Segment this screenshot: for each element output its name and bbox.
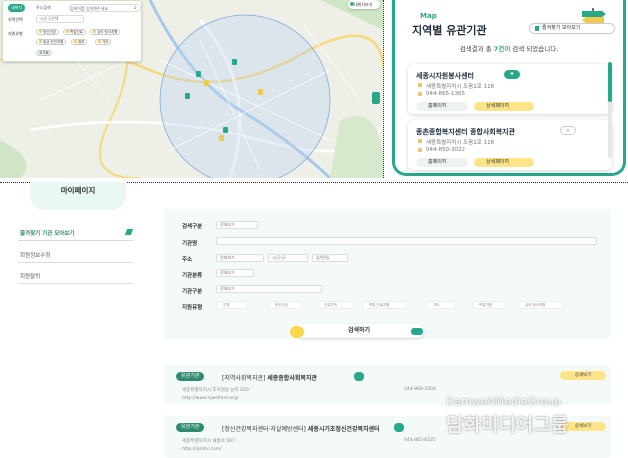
result-phone: 044-868-2004: [404, 387, 436, 392]
side-divider: [18, 240, 133, 241]
category-label: 지원유형: [8, 31, 23, 36]
search-icon[interactable]: ⌕: [134, 5, 137, 11]
side-item-favorites[interactable]: 즐겨찾기 기관 모아보기: [20, 229, 74, 237]
map-marker[interactable]: [185, 93, 190, 99]
leaf-icon: [411, 328, 423, 335]
map-marker[interactable]: [196, 71, 201, 77]
org-type-select[interactable]: 전체보기: [216, 285, 322, 293]
map-view[interactable]: 내위치 주소검색 ⌕ 지역선택 시군구선택 지원유형 정신건강 학업진로 심리·…: [0, 0, 384, 178]
result-address: 세종특별자치시 새롬북 567: [182, 439, 235, 444]
label-address: 주소: [182, 257, 193, 263]
reset-button[interactable]: 초기화: [36, 50, 52, 56]
favorites-button[interactable]: 즐겨찾기 모아보기: [529, 23, 615, 34]
map-filter-overlay: 내위치 주소검색 ⌕ 지역선택 시군구선택 지원유형 정신건강 학업진로 심리·…: [2, 0, 142, 62]
detail-button[interactable]: 상세보기: [560, 371, 606, 380]
result-name: [정신건강복지센터·자살예방센터] 세종시기초정신건강복지센터: [222, 426, 380, 433]
mypage-title: 마이페이지: [30, 182, 126, 210]
search-type-select[interactable]: 전체보기: [216, 221, 258, 229]
star-icon[interactable]: ☆: [560, 126, 576, 135]
org-phone: 044-850-3022: [418, 147, 465, 153]
homepage-button[interactable]: 홈페이지: [416, 102, 468, 111]
result-tag: 유관기관: [176, 372, 205, 381]
chip-3[interactable]: 일상·안전지원: [36, 39, 67, 45]
chip-1[interactable]: 학업진로: [63, 29, 86, 35]
sigungu-select[interactable]: 시/군/구: [268, 254, 308, 262]
detail-button[interactable]: 상세페이지: [474, 102, 534, 111]
region-label: 지역선택: [8, 17, 23, 22]
support-checkbox[interactable]: 심리·정서지원: [518, 301, 564, 309]
side-item-edit-profile[interactable]: 회원정보수정: [20, 251, 50, 259]
tab-address-search[interactable]: 주소검색: [33, 4, 54, 12]
homepage-button[interactable]: 홈페이지: [416, 158, 468, 167]
chip-4[interactable]: 정보: [71, 39, 88, 45]
star-icon[interactable]: [394, 423, 404, 432]
map-marker[interactable]: [219, 135, 224, 141]
result-name: [지역사회복지관] 세종종합사회복지관: [222, 375, 317, 382]
result-url[interactable]: http://www.sjwelfare.org/: [182, 396, 238, 401]
signpost-icon: [578, 8, 608, 24]
star-icon[interactable]: [354, 372, 364, 381]
map-marker[interactable]: [232, 59, 237, 65]
support-checkbox[interactable]: 기타: [426, 301, 456, 309]
map-marker[interactable]: [204, 80, 209, 86]
result-address: 세종특별자치시 조치원읍 남리 420: [182, 388, 249, 393]
panel-title: 지역별 유관기관: [412, 24, 487, 37]
my-location-button[interactable]: 내위치보기: [348, 0, 380, 9]
mascot-icon: [290, 326, 304, 338]
map-search-input[interactable]: [69, 4, 141, 12]
side-item-withdraw[interactable]: 회원탈퇴: [20, 272, 40, 280]
label-search-type: 검색구분: [182, 224, 203, 230]
support-checkbox[interactable]: 정신건강: [268, 301, 302, 309]
region-select[interactable]: 시군구선택: [36, 15, 84, 23]
map-marker[interactable]: [223, 127, 228, 133]
star-icon[interactable]: ★: [504, 70, 520, 79]
support-checkbox[interactable]: 학업지원: [472, 301, 506, 309]
watermark-ko: 담화미디어그룹: [446, 414, 569, 436]
leaf-icon: [124, 229, 134, 235]
label-org-name: 기관명: [182, 241, 198, 247]
map-marker[interactable]: [258, 89, 263, 95]
org-class-select[interactable]: 전체보기: [216, 269, 254, 277]
chip-0[interactable]: 정신건강: [36, 29, 59, 35]
map-label: Map: [420, 12, 437, 20]
dong-select[interactable]: 읍/면/동: [312, 254, 348, 262]
tab-my-location[interactable]: 내위치: [8, 4, 26, 12]
side-divider: [18, 262, 133, 263]
label-support-type: 지원유형: [182, 305, 203, 311]
detail-button[interactable]: 상세페이지: [474, 158, 534, 167]
label-org-class: 기관분류: [182, 273, 203, 279]
collapse-handle[interactable]: [372, 92, 380, 104]
support-checkbox[interactable]: 진로진학: [317, 301, 355, 309]
results-scrollbar[interactable]: [608, 62, 612, 158]
result-url[interactable]: http://sjmhc.com/: [182, 447, 222, 452]
chip-2[interactable]: 심리·정서지원: [90, 29, 121, 35]
support-checkbox[interactable]: 학업·진로지원: [362, 301, 407, 309]
result-summary: 검색결과 총 7건이 검색 되었습니다.: [459, 45, 559, 53]
label-org-type: 기관구분: [182, 289, 203, 295]
side-divider: [18, 283, 133, 284]
org-name: 종촌종합복지센터 종합사회복지관: [416, 128, 516, 136]
support-checkbox[interactable]: 전체: [216, 301, 248, 309]
org-address: 세종특별자치시 도움1로 116: [417, 83, 495, 90]
result-phone: 044-865-6225: [404, 438, 436, 443]
search-button[interactable]: 검색하기: [294, 324, 424, 338]
org-name: 세종시자원봉사센터: [416, 72, 474, 80]
chip-5[interactable]: 기타: [95, 39, 112, 45]
result-tag: 유관기관: [176, 423, 205, 432]
org-phone: 044-865-1365: [418, 91, 465, 97]
org-address: 세종특별자치시 도움1로 116: [417, 139, 495, 146]
sido-select[interactable]: 전체보기: [216, 254, 264, 262]
org-card[interactable]: 종촌종합복지센터 종합사회복지관 ☆ 세종특별자치시 도움1로 116 044-…: [408, 120, 612, 170]
watermark-en: DamwahMediaGroup: [446, 395, 562, 408]
org-card[interactable]: 세종시자원봉사센터 ★ 세종특별자치시 도움1로 116 044-865-136…: [408, 64, 612, 114]
org-name-input[interactable]: [216, 237, 597, 245]
